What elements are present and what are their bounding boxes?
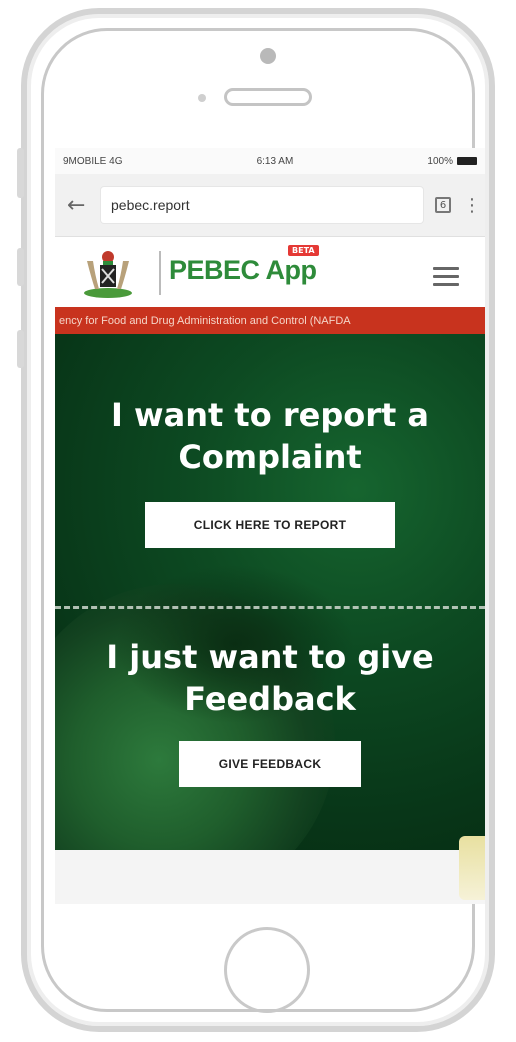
volume-up-button [17,248,24,286]
complaint-heading-line1: I want to report a [110,396,430,434]
more-menu-icon[interactable]: ⋮ [463,195,481,216]
section-divider [55,606,485,609]
earpiece-speaker [224,88,312,106]
tabs-icon[interactable]: 6 [435,197,451,213]
report-complaint-button[interactable]: CLICK HERE TO REPORT [145,502,395,548]
site-header: PEBEC App BETA [55,237,485,307]
complaint-heading: I want to report a Complaint [55,394,485,478]
news-ticker: ency for Food and Drug Administration an… [55,307,485,334]
tab-count: 6 [439,199,447,211]
header-divider [159,251,161,295]
battery-icon [457,157,477,165]
carrier-label: 9MOBILE 4G [63,155,123,167]
front-camera [260,48,276,64]
page-footer-strip [55,836,485,900]
beta-badge: BETA [288,245,319,256]
address-bar[interactable]: pebec.report [101,187,423,223]
back-arrow-icon[interactable]: ← [67,193,89,218]
ticker-text: ency for Food and Drug Administration an… [59,314,351,327]
feedback-heading-line2: Feedback [184,680,356,718]
complaint-heading-line2: Complaint [178,438,362,476]
brand-logo-text[interactable]: PEBEC App [169,255,317,286]
mute-switch [17,148,24,198]
phone-screen: 9MOBILE 4G 6:13 AM 100% ← pebec.report 6… [55,148,485,904]
status-right: 100% [427,156,477,167]
url-text: pebec.report [111,197,190,213]
volume-down-button [17,330,24,368]
coat-of-arms-logo [84,251,132,298]
hero-section: I want to report a Complaint CLICK HERE … [55,334,485,850]
give-feedback-button[interactable]: GIVE FEEDBACK [179,741,361,787]
home-button[interactable] [224,927,310,1013]
browser-toolbar: ← pebec.report 6 ⋮ [55,174,485,237]
feedback-heading: I just want to give Feedback [55,636,485,720]
status-time: 6:13 AM [256,155,294,167]
hamburger-menu-icon[interactable] [433,267,459,291]
battery-percent: 100% [427,155,453,167]
proximity-sensor [198,94,206,102]
status-bar: 9MOBILE 4G 6:13 AM 100% [55,148,485,174]
footer-image [459,836,485,900]
feedback-heading-line1: I just want to give [106,638,434,676]
